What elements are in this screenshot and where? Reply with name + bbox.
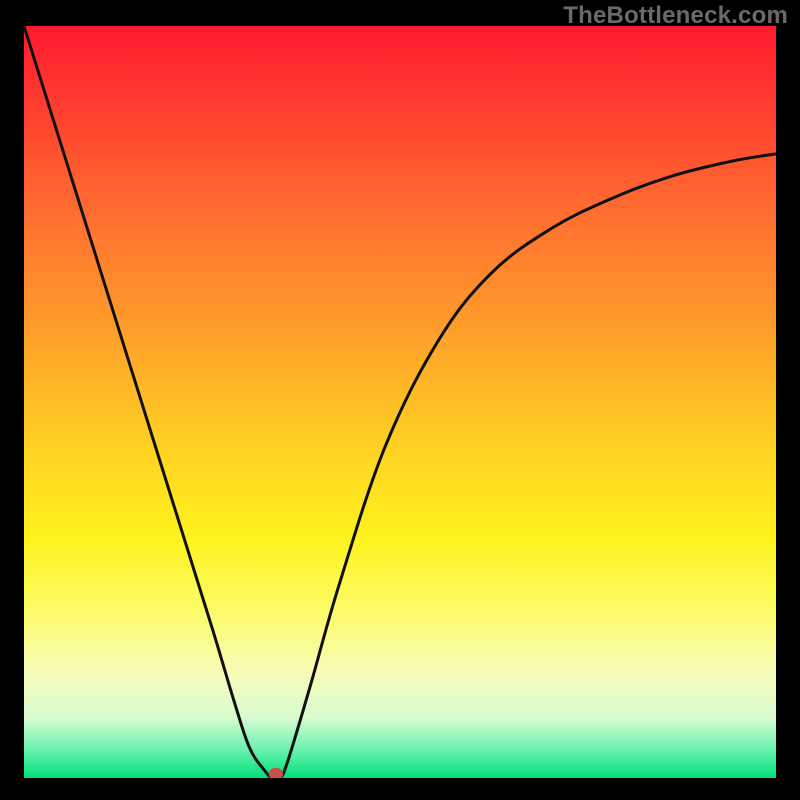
minimum-marker xyxy=(269,768,283,778)
bottleneck-curve xyxy=(24,26,776,778)
plot-area xyxy=(24,26,776,778)
chart-frame: TheBottleneck.com xyxy=(0,0,800,800)
watermark-text: TheBottleneck.com xyxy=(563,2,788,30)
curve-svg xyxy=(24,26,776,778)
